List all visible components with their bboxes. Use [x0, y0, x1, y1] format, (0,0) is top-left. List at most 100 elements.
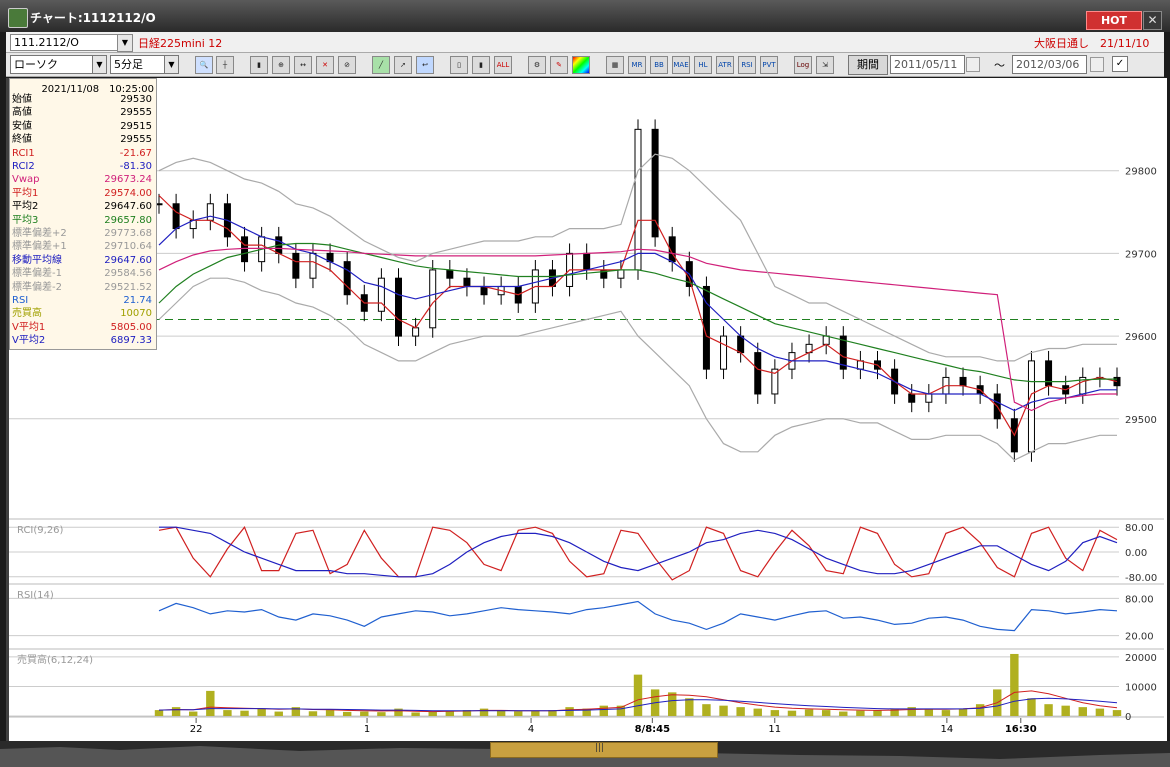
candle-body: [737, 335, 745, 354]
series-line: [158, 277, 1117, 461]
info-label: 平均3: [12, 214, 39, 226]
pencil-icon[interactable]: ✎: [550, 56, 568, 74]
y-tick-label: 0.00: [1125, 548, 1147, 559]
info-row: 移動平均線 29647.60: [12, 254, 154, 267]
export-icon[interactable]: ⇲: [816, 56, 834, 74]
grip-icon[interactable]: |||: [595, 743, 604, 753]
candle-body: [241, 236, 249, 263]
volume-bar: [839, 711, 848, 716]
volume-bar: [1010, 653, 1019, 716]
volume-bar: [496, 710, 506, 716]
info-label: 移動平均線: [12, 254, 62, 266]
series-line: [158, 600, 1118, 632]
volume-bar: [804, 709, 814, 716]
pvt-button[interactable]: PVT: [760, 56, 778, 74]
chevron-down-icon[interactable]: ▼: [92, 55, 107, 74]
y-tick-label: 29700: [1125, 249, 1157, 260]
info-value: 29515: [120, 120, 152, 132]
info-label: 標準偏差-1: [12, 268, 62, 280]
color-palette-icon[interactable]: [572, 56, 590, 74]
x-tick-label: 14: [940, 724, 953, 735]
volume-bar: [873, 710, 882, 716]
date-from-input[interactable]: 2011/05/11: [890, 55, 965, 74]
info-label: 始値: [12, 94, 32, 105]
bb-button[interactable]: BB: [650, 56, 668, 74]
magnify-icon[interactable]: ⊕: [272, 56, 290, 74]
line-draw-icon[interactable]: ╱: [372, 56, 390, 74]
volume-bar: [941, 710, 951, 716]
y-tick-label: 80.00: [1125, 594, 1154, 605]
hl-button[interactable]: HL: [694, 56, 712, 74]
interval-select[interactable]: 5分足: [110, 55, 165, 74]
period-button[interactable]: 期間: [848, 55, 888, 75]
candle-body: [463, 277, 471, 287]
grey-tool-icon[interactable]: ⊘: [338, 56, 356, 74]
y-tick-label: 29500: [1125, 415, 1157, 426]
date-to-input[interactable]: 2012/03/06: [1012, 55, 1087, 74]
volume-bar: [1027, 698, 1036, 716]
info-value: 29647.60: [104, 254, 152, 266]
candle-body: [429, 269, 437, 329]
close-icon[interactable]: ✕: [1143, 11, 1162, 30]
log-button[interactable]: Log: [794, 56, 812, 74]
info-label: Vwap: [12, 174, 40, 186]
atr-button[interactable]: ATR: [716, 56, 734, 74]
info-label: 標準偏差+1: [12, 241, 67, 253]
zoom-icon[interactable]: 🔍: [195, 56, 213, 74]
candle2-icon[interactable]: ▮: [472, 56, 490, 74]
candle-icon[interactable]: ▯: [450, 56, 468, 74]
info-label: 平均1: [12, 187, 39, 199]
info-value: 5805.00: [110, 321, 152, 333]
candle-body: [583, 252, 591, 271]
settings-icon[interactable]: ⚙: [528, 56, 546, 74]
volume-bar: [257, 708, 266, 716]
checkbox[interactable]: ✓: [1112, 56, 1128, 72]
info-row: 高値 29555: [12, 106, 154, 119]
range-icon[interactable]: ↔: [294, 56, 312, 74]
calendar-icon[interactable]: [966, 57, 980, 72]
cursor-icon[interactable]: ➚: [394, 56, 412, 74]
symbol-input[interactable]: 111.2112/O: [10, 34, 121, 51]
rsi-button[interactable]: RSI: [738, 56, 756, 74]
window-title: チャート:1112112/O: [30, 11, 156, 25]
info-value: 21.74: [123, 295, 152, 306]
chevron-down-icon[interactable]: ▼: [117, 34, 133, 52]
volume-bar: [325, 710, 335, 716]
volume-bar: [753, 708, 762, 716]
volume-bar: [770, 710, 780, 716]
info-value: 29710.64: [104, 241, 152, 253]
range-separator: 〜: [994, 59, 1005, 72]
volume-bar: [274, 711, 283, 716]
info-label: 標準偏差+2: [12, 228, 67, 239]
x-tick-label: 1: [364, 724, 370, 735]
mr-button[interactable]: MR: [628, 56, 646, 74]
info-value: 29657.80: [104, 214, 152, 226]
volume-bar: [411, 712, 420, 716]
grid-icon[interactable]: ▦: [606, 56, 624, 74]
chart-canvas[interactable]: 29800 29700 29600 29500 80.00 0.00 -80.00 RCI(9…: [9, 78, 1164, 741]
candle-body: [822, 335, 830, 345]
cross-icon[interactable]: ✕: [316, 56, 334, 74]
arrow-tool-icon[interactable]: ↩: [416, 56, 434, 74]
chart-type-select[interactable]: ローソク: [10, 55, 95, 74]
info-value: -21.67: [119, 147, 152, 159]
candle-body: [343, 261, 351, 296]
info-row: 安値 29515: [12, 120, 154, 133]
info-label: RCI1: [12, 147, 35, 159]
volume-bar: [308, 711, 318, 716]
volume-bar: [1112, 710, 1122, 716]
x-tick-label: 8/8:45: [635, 724, 671, 735]
pane-title: RCI(9,26): [17, 525, 64, 536]
calendar-icon[interactable]: [1090, 57, 1104, 72]
y-tick-label: 0: [1125, 712, 1131, 723]
crosshair-icon[interactable]: ┼: [216, 56, 234, 74]
symbol-name: 日経225mini 12: [138, 37, 223, 50]
candle-tool-icon[interactable]: ▮: [250, 56, 268, 74]
hot-button[interactable]: HOT: [1086, 11, 1142, 30]
mae-button[interactable]: MAE: [672, 56, 690, 74]
volume-bar: [821, 710, 831, 716]
all-icon[interactable]: ALL: [494, 56, 512, 74]
candle-body: [412, 327, 420, 337]
chevron-down-icon[interactable]: ▼: [164, 55, 179, 74]
y-tick-label: 80.00: [1125, 523, 1154, 534]
